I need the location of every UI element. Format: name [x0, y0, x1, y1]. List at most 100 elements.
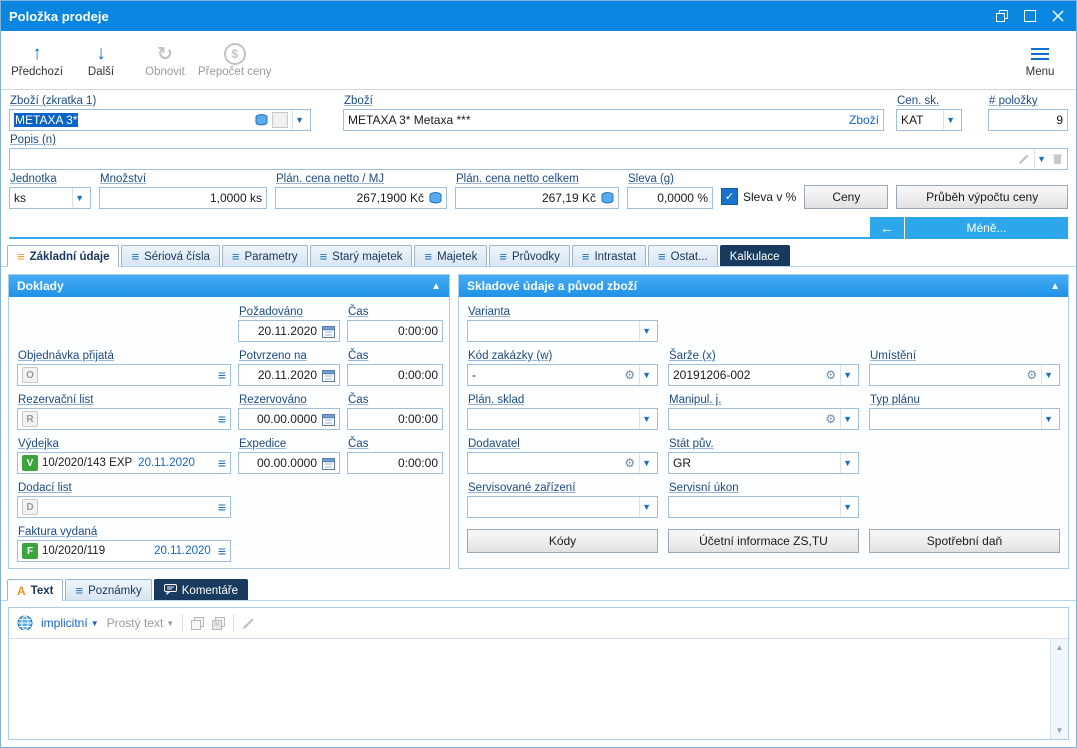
description-dropdown-icon[interactable]: ▼ [1034, 149, 1048, 169]
tab-text[interactable]: A Text [7, 579, 64, 601]
tab-pruvodky[interactable]: ≡ Průvodky [489, 245, 570, 266]
goods-link[interactable]: Zboží [849, 113, 879, 127]
globe-icon[interactable] [17, 615, 33, 631]
calendar-icon[interactable] [322, 413, 335, 426]
price-group-dropdown-icon[interactable]: ▼ [943, 110, 957, 130]
total-coins-icon[interactable] [601, 192, 614, 204]
edit-pencil-icon[interactable] [1018, 153, 1030, 165]
unit-price-input[interactable]: 267,1900 Kč [275, 187, 447, 209]
origin-country-dropdown-icon[interactable]: ▼ [840, 453, 854, 473]
collapse-chevron-icon[interactable]: ▲ [1050, 281, 1060, 292]
goods-code-dropdown-icon[interactable]: ▼ [292, 110, 306, 130]
tab-kalkulace[interactable]: Kalkulace [719, 245, 790, 266]
reservation-input[interactable]: R ≡ [17, 408, 231, 430]
origin-country-input[interactable]: GR ▼ [668, 452, 859, 474]
gear-icon[interactable]: ⚙ [1026, 368, 1037, 382]
delivery-menu-icon[interactable]: ≡ [215, 499, 226, 515]
previous-button[interactable]: ↑ Předchozí [6, 35, 68, 85]
maximize-window-icon[interactable] [1016, 4, 1044, 28]
tab-parametry[interactable]: ≡ Parametry [221, 245, 308, 266]
trash-icon[interactable] [1052, 153, 1063, 165]
edit-pencil-icon[interactable] [242, 617, 255, 630]
location-input[interactable]: ⚙ ▼ [869, 364, 1060, 386]
gear-icon[interactable]: ⚙ [624, 368, 635, 382]
variant-dropdown-icon[interactable]: ▼ [639, 321, 653, 341]
order-code-input[interactable]: - ⚙ ▼ [467, 364, 658, 386]
batch-input[interactable]: 20191206-002 ⚙ ▼ [668, 364, 859, 386]
issue-menu-icon[interactable]: ≡ [215, 455, 226, 471]
prices-button[interactable]: Ceny [804, 185, 889, 209]
tab-stary-majetek[interactable]: ≡ Starý majetek [309, 245, 413, 266]
text-content-area[interactable] [9, 639, 1050, 739]
batch-dropdown-icon[interactable]: ▼ [840, 365, 854, 385]
issue-note-field[interactable]: V 10/2020/143 EXP 20.11.2020 ≡ [17, 452, 231, 474]
language-selector[interactable]: implicitní ▼ [41, 616, 99, 630]
quantity-input[interactable]: 1,0000 ks [99, 187, 267, 209]
tab-zakladni-udaje[interactable]: ≡ Základní údaje [7, 245, 120, 267]
delivery-note-input[interactable]: D ≡ [17, 496, 231, 518]
service-task-input[interactable]: ▼ [668, 496, 859, 518]
price-coins-icon[interactable] [429, 192, 442, 204]
goods-name-field[interactable]: METAXA 3* Metaxa *** Zboží [343, 109, 884, 131]
expedition-time-input[interactable]: 0:00:00 [347, 452, 443, 474]
unit-dropdown-icon[interactable]: ▼ [72, 188, 86, 208]
order-received-input[interactable]: O ≡ [17, 364, 231, 386]
supplier-dropdown-icon[interactable]: ▼ [639, 453, 653, 473]
item-count-field[interactable]: 9 [988, 109, 1068, 131]
reserved-time-input[interactable]: 0:00:00 [347, 408, 443, 430]
recalculate-price-button[interactable]: $ Přepočet ceny [198, 35, 272, 85]
description-input[interactable]: ▼ [9, 148, 1068, 170]
collapse-chevron-icon[interactable]: ▲ [431, 281, 441, 292]
next-button[interactable]: ↓ Další [70, 35, 132, 85]
stock-card-icon[interactable] [255, 114, 268, 126]
supplier-input[interactable]: ⚙ ▼ [467, 452, 658, 474]
plan-type-input[interactable]: ▼ [869, 408, 1060, 430]
discount-percent-checkbox[interactable]: ✓ [721, 188, 738, 205]
confirmed-date-input[interactable]: 20.11.2020 [238, 364, 340, 386]
variant-input[interactable]: ▼ [467, 320, 658, 342]
scroll-up-icon[interactable]: ▲ [1056, 639, 1064, 656]
plan-warehouse-input[interactable]: ▼ [467, 408, 658, 430]
reservation-menu-icon[interactable]: ≡ [215, 411, 226, 427]
tab-ostatni[interactable]: ≡ Ostat... [648, 245, 718, 266]
reserved-date-input[interactable]: 00.00.0000 [238, 408, 340, 430]
handling-unit-dropdown-icon[interactable]: ▼ [840, 409, 854, 429]
menu-button[interactable]: Menu [1009, 35, 1071, 85]
vertical-scrollbar[interactable]: ▲ ▼ [1050, 639, 1068, 739]
invoice-menu-icon[interactable]: ≡ [215, 543, 226, 559]
gear-icon[interactable]: ⚙ [624, 456, 635, 470]
accounting-info-button[interactable]: Účetní informace ZS,TU [668, 529, 859, 553]
scroll-down-icon[interactable]: ▼ [1056, 722, 1064, 739]
serviced-device-input[interactable]: ▼ [467, 496, 658, 518]
price-calculation-progress-button[interactable]: Průběh výpočtu ceny [896, 185, 1068, 209]
location-dropdown-icon[interactable]: ▼ [1041, 365, 1055, 385]
tab-poznamky[interactable]: ≡ Poznámky [65, 579, 152, 600]
calendar-icon[interactable] [322, 369, 335, 382]
total-price-field[interactable]: 267,19 Kč [455, 187, 619, 209]
copy-icon[interactable] [191, 616, 205, 630]
service-task-dropdown-icon[interactable]: ▼ [840, 497, 854, 517]
calendar-icon[interactable] [322, 457, 335, 470]
order-menu-icon[interactable]: ≡ [215, 367, 226, 383]
discount-input[interactable]: 0,0000 % [627, 187, 713, 209]
excise-tax-button[interactable]: Spotřební daň [869, 529, 1060, 553]
tab-intrastat[interactable]: ≡ Intrastat [571, 245, 647, 266]
requested-time-input[interactable]: 0:00:00 [347, 320, 443, 342]
expedition-date-input[interactable]: 00.00.0000 [238, 452, 340, 474]
gear-icon[interactable]: ⚙ [825, 412, 836, 426]
order-code-dropdown-icon[interactable]: ▼ [639, 365, 653, 385]
tab-komentare[interactable]: Komentáře [153, 579, 249, 600]
unit-input[interactable]: ks ▼ [9, 187, 91, 209]
less-button[interactable]: ← Méně... [870, 217, 1068, 239]
price-group-input[interactable]: KAT ▼ [896, 109, 962, 131]
calendar-icon[interactable] [322, 325, 335, 338]
refresh-button[interactable]: ↻ Obnovit [134, 35, 196, 85]
handling-unit-input[interactable]: ⚙ ▼ [668, 408, 859, 430]
tab-majetek[interactable]: ≡ Majetek [414, 245, 488, 266]
restore-window-icon[interactable] [988, 4, 1016, 28]
plan-type-dropdown-icon[interactable]: ▼ [1041, 409, 1055, 429]
codes-button[interactable]: Kódy [467, 529, 658, 553]
confirmed-time-input[interactable]: 0:00:00 [347, 364, 443, 386]
plan-warehouse-dropdown-icon[interactable]: ▼ [639, 409, 653, 429]
requested-date-input[interactable]: 20.11.2020 [238, 320, 340, 342]
